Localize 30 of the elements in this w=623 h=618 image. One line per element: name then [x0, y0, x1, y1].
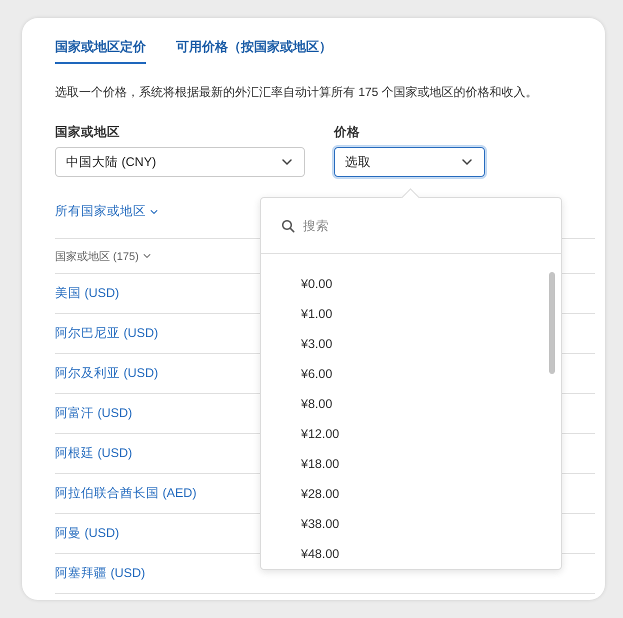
field-label: 价格 [334, 124, 361, 141]
country-link[interactable]: 阿曼 (USD) [55, 525, 120, 542]
country-link[interactable]: 阿塞拜疆 (USD) [55, 565, 146, 582]
price-option[interactable]: ¥0.00 [261, 269, 561, 299]
country-link[interactable]: 阿拉伯联合酋长国 (AED) [55, 485, 196, 502]
tab[interactable]: 国家或地区定价 [55, 36, 146, 64]
filter-link[interactable]: 所有国家或地区 [55, 203, 595, 220]
price-option[interactable]: ¥12.00 [261, 419, 561, 449]
country-link[interactable]: 美国 (USD) [55, 285, 120, 302]
tab[interactable]: 可用价格（按国家或地区） [176, 36, 332, 64]
country-link[interactable]: 阿尔及利亚 (USD) [55, 365, 158, 382]
price-option[interactable]: ¥28.00 [261, 479, 561, 509]
country-link[interactable]: 阿尔巴尼亚 (USD) [55, 325, 158, 342]
price-option[interactable]: ¥1.00 [261, 299, 561, 329]
description-text: 选取一个价格，系统将根据最新的外汇汇率自动计算所有 175 个国家或地区的价格和收入。 [55, 84, 539, 101]
price-option[interactable]: ¥48.00 [261, 539, 561, 569]
country-select[interactable]: 中国大陆 (CNY) [55, 147, 305, 177]
search-icon [281, 218, 295, 232]
chevron-down-icon [142, 251, 152, 261]
price-option[interactable]: ¥3.00 [261, 329, 561, 359]
price-option[interactable]: ¥6.00 [261, 359, 561, 389]
price-option[interactable]: ¥18.00 [261, 449, 561, 479]
country-link[interactable]: 阿根廷 (USD) [55, 445, 132, 462]
field-label: 国家或地区 [55, 124, 121, 141]
price-option[interactable]: ¥38.00 [261, 509, 561, 539]
country-link[interactable]: 阿富汗 (USD) [55, 405, 132, 422]
column-header[interactable]: 国家或地区 (175) [55, 248, 139, 264]
price-option[interactable]: ¥8.00 [261, 389, 561, 419]
price-select[interactable]: 选取 [334, 147, 485, 177]
scrollbar-thumb[interactable] [549, 272, 555, 374]
